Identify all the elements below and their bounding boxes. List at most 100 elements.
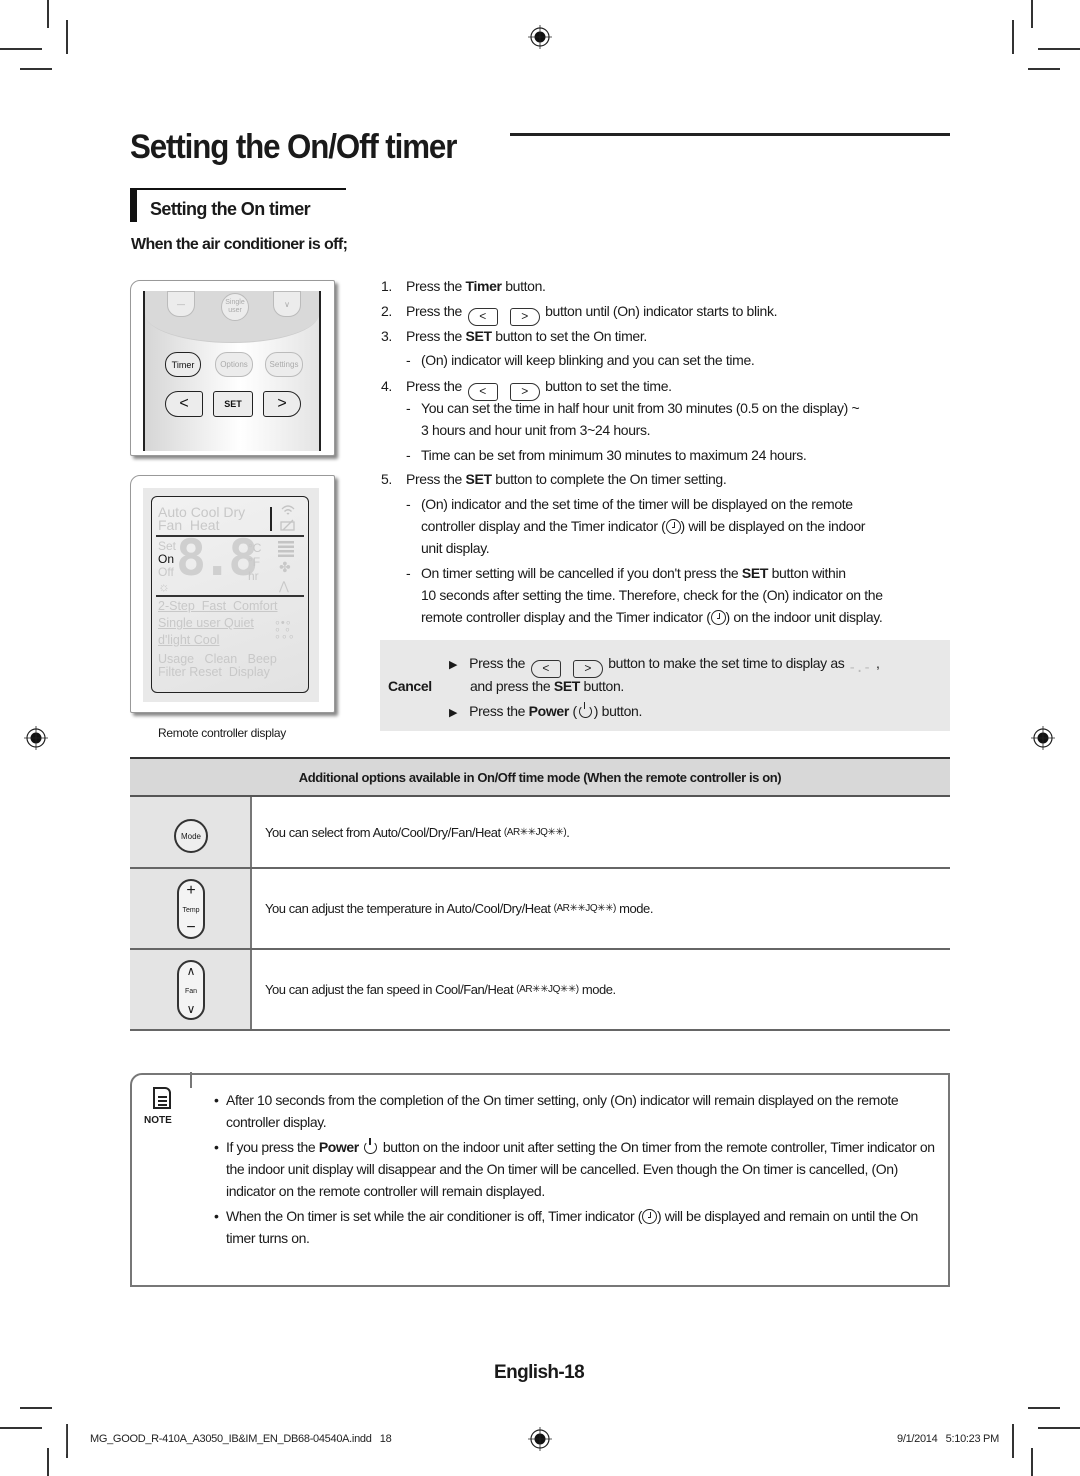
image-caption: Remote controller display: [158, 726, 286, 740]
note-label: NOTE: [144, 1115, 172, 1126]
note-text: When the On timer is set while the air c…: [226, 1208, 642, 1224]
note-text: You can set the time in half hour unit f…: [421, 400, 860, 416]
option-description: You can adjust the fan speed in Cool/Fan…: [265, 982, 517, 997]
lcd-row-3: d'light Cool: [158, 633, 220, 647]
remote-keypad-image: — Single user ∨ Timer Options Settings <…: [130, 280, 335, 456]
note-text: ) will be displayed on the indoor: [680, 518, 866, 534]
row-text: You can select from Auto/Cool/Dry/Fan/He…: [265, 797, 570, 867]
note-text: controller display and the Timer indicat…: [421, 518, 666, 534]
step-number: 2.: [381, 303, 392, 319]
remote-display-image: Auto Cool Dry Fan Heat Set On Off ☼ 8.8 …: [130, 475, 335, 713]
note-text: remote controller display and the Timer …: [421, 609, 711, 625]
note-text: (On) indicator and the set time of the t…: [421, 496, 853, 512]
crop-mark: [1028, 68, 1060, 70]
step-4: 4. Press the < > button to set the time.: [381, 377, 951, 401]
cancel-text: Press the: [469, 703, 529, 719]
step-text: button.: [501, 278, 546, 294]
footer-datetime: 9/1/2014 5:10:23 PM: [897, 1433, 999, 1445]
table-row: + Temp − You can adjust the temperature …: [130, 869, 950, 950]
cancel-box: Cancel ▶ Press the < > button to make the …: [380, 640, 950, 731]
note-text: Time can be set from minimum 30 minutes …: [421, 447, 807, 463]
remote-options-key: Options: [215, 352, 253, 377]
bullet: •: [214, 1208, 219, 1224]
set-key-label: SET: [741, 565, 769, 581]
note-text: 3 hours and hour unit from 3~24 hours.: [421, 422, 651, 438]
step-number: 3.: [381, 328, 392, 344]
set-key-label: SET: [465, 328, 493, 344]
section-title: Setting the On timer: [150, 199, 311, 219]
lcd-on-indicator: On: [158, 552, 175, 566]
options-table-header: Additional options available in On/Off t…: [130, 757, 950, 797]
cancel-text: Press the: [469, 655, 526, 671]
power-icon: [364, 1138, 378, 1154]
crop-mark: [0, 48, 42, 50]
page-number: English-18: [494, 1362, 585, 1383]
dash: -: [406, 352, 411, 368]
step-text: Press the: [406, 303, 462, 319]
note-tick: [190, 1072, 192, 1088]
note-item: • After 10 seconds from the completion of…: [214, 1089, 944, 1133]
step-2: 2. Press the < > button until (On) indica…: [381, 302, 951, 327]
dash: -: [406, 496, 411, 512]
crop-mark: [1038, 48, 1080, 50]
left-arrow-key-icon: <: [467, 308, 498, 326]
lcd-set-label: Set: [158, 539, 177, 553]
title-rule: [510, 133, 950, 136]
lcd-off-label: Off: [158, 565, 174, 579]
cancel-text: ,: [876, 655, 880, 671]
lcd-unit-hour: hr: [248, 569, 259, 583]
power-icon: [578, 702, 592, 718]
lcd-divider: [156, 595, 304, 597]
crop-mark: [1012, 20, 1014, 54]
cancel-text: and press the: [470, 678, 554, 694]
bullet-triangle-icon: ▶: [449, 659, 458, 671]
dash-display-icon: -.-: [848, 660, 871, 676]
lcd-digits: 8.8: [176, 529, 258, 587]
model-code: (AR✳✳JQ✳✳): [516, 984, 579, 995]
note-text: If you press the: [226, 1139, 319, 1155]
cancel-text: (: [568, 703, 577, 719]
remote-minus-key: —: [167, 291, 195, 317]
step-3: 3. Press the SET button to set the On ti…: [381, 327, 951, 349]
cancel-line-2: and press the SET button.: [470, 678, 624, 694]
page-title: Setting the On/Off timer: [130, 128, 457, 166]
note-text: unit display.: [421, 540, 490, 556]
lcd-unit-celsius: °C: [248, 541, 262, 555]
note-text: 10 seconds after setting the time. There…: [421, 587, 883, 603]
remote-right-key: >: [263, 391, 301, 417]
crop-mark: [1031, 1448, 1033, 1476]
remote-set-key: SET: [213, 391, 253, 417]
step-4-note-2: - Time can be set from minimum 30 minutes…: [381, 444, 951, 470]
crop-mark: [1012, 1424, 1014, 1458]
section-bar: [130, 190, 137, 222]
power-key-label: Power: [318, 1139, 359, 1155]
step-text: Press the: [406, 378, 462, 394]
option-description: You can adjust the temperature in Auto/C…: [265, 901, 554, 916]
step-text: button to set the time.: [545, 378, 672, 394]
battery-icon: [280, 519, 295, 531]
bullet-triangle-icon: ▶: [449, 707, 458, 719]
step-5-note-2: - On timer setting will be cancelled if y…: [381, 562, 951, 628]
lcd-background: Auto Cool Dry Fan Heat Set On Off ☼ 8.8 …: [143, 488, 319, 702]
step-3-note: - (On) indicator will keep blinking and y…: [381, 349, 951, 377]
step-5-note-1: - (On) indicator and the set time of the …: [381, 493, 951, 559]
lcd-row-1: 2-Step Fast Comfort: [158, 599, 278, 613]
remote-settings-key: Settings: [265, 352, 303, 377]
fan-icon: ✤: [279, 559, 291, 575]
crop-mark: [66, 20, 68, 54]
lcd-screen: Auto Cool Dry Fan Heat Set On Off ☼ 8.8 …: [151, 496, 309, 693]
step-number: 4.: [381, 378, 392, 394]
timer-indicator-icon: [710, 610, 726, 625]
model-code: (AR✳✳JQ✳✳): [553, 903, 617, 914]
lcd-unit-fahrenheit: °F: [248, 555, 261, 569]
power-key-label: Power: [528, 703, 570, 719]
registration-mark-icon: [528, 1427, 552, 1451]
remote-timer-key: Timer: [165, 352, 201, 377]
note-item: • When the On timer is set while the air …: [214, 1205, 944, 1249]
section-rule: [130, 188, 346, 190]
note-item: • If you press the Power button on the in…: [214, 1136, 944, 1202]
note-text: On timer setting will be cancelled if yo…: [421, 565, 742, 581]
footer-filename: MG_GOOD_R-410A_A3050_IB&IM_EN_DB68-04540…: [90, 1433, 392, 1445]
step-number: 1.: [381, 278, 392, 294]
options-table: Additional options available in On/Off t…: [130, 757, 950, 1031]
